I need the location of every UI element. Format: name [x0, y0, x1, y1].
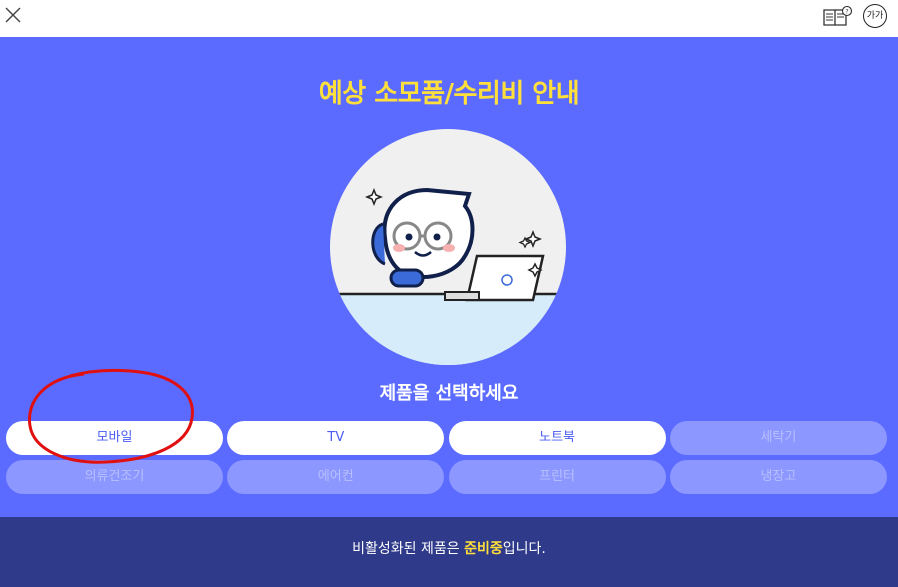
page-title: 예상 소모품/수리비 안내 — [318, 79, 580, 109]
product-button-aircon: 에어컨 — [227, 460, 445, 494]
main-panel: 예상 소모품/수리비 안내 제품을 선택하세요 모바일 TV 노트북 세탁기 의… — [0, 37, 898, 517]
font-size-button[interactable]: 가가 — [863, 4, 887, 28]
product-button-mobile[interactable]: 모바일 — [6, 421, 223, 455]
mascot-illustration — [329, 128, 567, 366]
font-size-label: 가가 — [866, 11, 884, 21]
notice-prefix: 비활성화된 제품은 — [352, 541, 465, 557]
product-button-fridge: 냉장고 — [669, 460, 887, 494]
product-button-tv[interactable]: TV — [227, 421, 445, 455]
product-button-washer: 세탁기 — [669, 421, 887, 455]
notice-suffix: 입니다. — [502, 541, 546, 557]
svg-text:?: ? — [845, 9, 848, 16]
product-grid: 모바일 TV 노트북 세탁기 의류건조기 에어컨 프린터 냉장고 — [6, 421, 887, 494]
top-bar: ? 가가 — [0, 0, 898, 37]
product-button-notebook[interactable]: 노트북 — [448, 421, 666, 455]
notice-highlight: 준비중 — [464, 541, 503, 557]
close-icon[interactable] — [4, 6, 22, 24]
product-button-dryer: 의류건조기 — [6, 460, 223, 494]
footer-notice: 비활성화된 제품은 준비중입니다. — [0, 517, 898, 587]
product-button-printer: 프린터 — [448, 460, 666, 494]
book-guide-icon[interactable]: ? — [822, 5, 853, 26]
select-product-prompt: 제품을 선택하세요 — [379, 383, 519, 404]
